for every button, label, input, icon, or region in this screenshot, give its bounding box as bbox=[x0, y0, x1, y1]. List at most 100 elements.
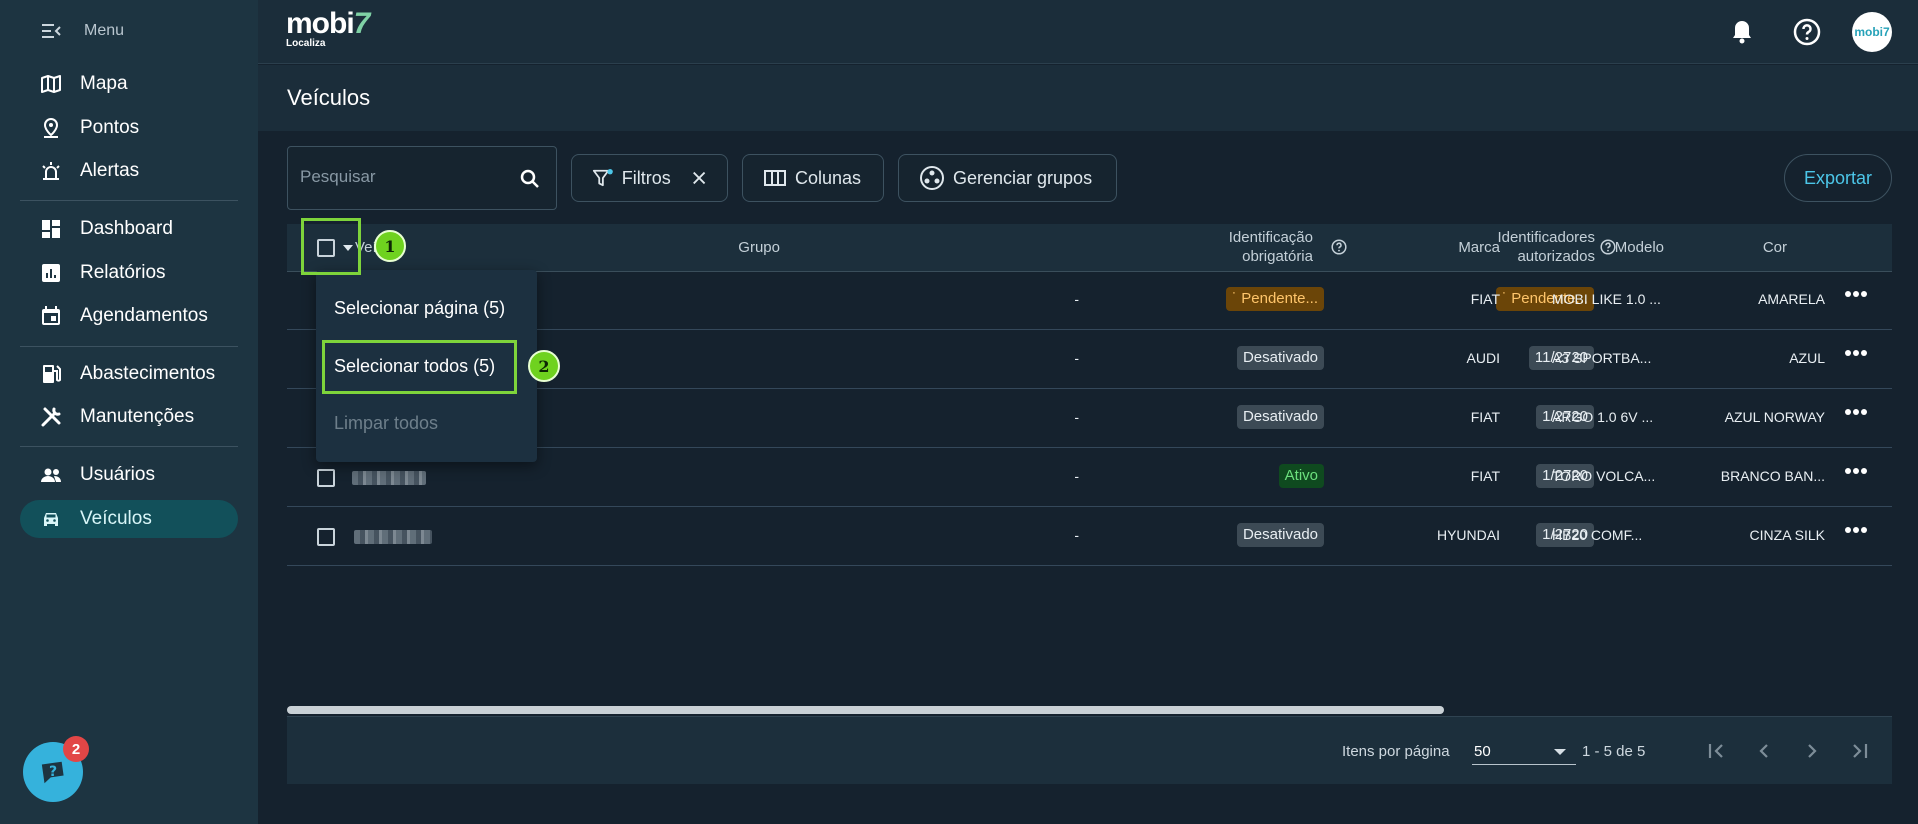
sidebar-item-usuarios[interactable]: Usuários bbox=[20, 456, 238, 494]
first-page-icon[interactable] bbox=[1704, 739, 1728, 763]
row-checkbox[interactable] bbox=[317, 469, 335, 487]
user-avatar[interactable]: mobi7 bbox=[1852, 12, 1892, 52]
groups-icon bbox=[920, 166, 944, 190]
select-page-option[interactable]: Selecionar página (5) bbox=[334, 298, 505, 319]
redacted-plate bbox=[352, 471, 426, 485]
filters-button[interactable]: Filtros bbox=[571, 154, 728, 202]
sidebar-item-dashboard[interactable]: Dashboard bbox=[20, 210, 238, 248]
items-per-page-select[interactable]: 50 bbox=[1472, 737, 1576, 765]
cell-model: TORO VOLCA... bbox=[1552, 468, 1656, 484]
map-icon bbox=[41, 75, 61, 93]
more-options-icon[interactable] bbox=[1845, 526, 1867, 534]
logo-text: mobi bbox=[286, 7, 355, 40]
filters-label: Filtros bbox=[621, 167, 671, 188]
search-input[interactable] bbox=[300, 167, 500, 187]
car-icon bbox=[44, 513, 58, 526]
sidebar-item-veiculos[interactable]: Veículos bbox=[20, 500, 238, 538]
sidebar-item-label: Mapa bbox=[80, 73, 128, 94]
more-options-icon[interactable] bbox=[1845, 349, 1867, 357]
menu-collapse-icon bbox=[42, 24, 61, 38]
columns-icon bbox=[764, 170, 786, 186]
row-checkbox[interactable] bbox=[317, 528, 335, 546]
cell-color: CINZA SILK bbox=[1749, 527, 1825, 543]
col-required-id-line2: obrigatória bbox=[1242, 248, 1313, 265]
sidebar-item-abastecimentos[interactable]: Abastecimentos bbox=[20, 355, 238, 393]
svg-text:?: ? bbox=[49, 764, 57, 780]
help-chat-button[interactable]: ? 2 bbox=[23, 736, 89, 802]
sidebar-item-label: Manutenções bbox=[80, 406, 195, 427]
manage-groups-label: Gerenciar grupos bbox=[953, 167, 1093, 188]
export-button[interactable]: Exportar bbox=[1784, 154, 1892, 202]
sidebar-item-label: Pontos bbox=[80, 117, 140, 138]
table-row[interactable]: - Desativado 1/2720 HYUNDAI HB20 COMF...… bbox=[287, 508, 1892, 566]
col-authorized-ids[interactable]: Identificadores autorizados bbox=[1497, 228, 1595, 266]
notifications-button[interactable] bbox=[1726, 16, 1758, 48]
cell-color: AZUL NORWAY bbox=[1724, 409, 1825, 425]
table-header: Veículo Grupo Identificação obrigatória … bbox=[287, 224, 1892, 272]
columns-button[interactable]: Colunas bbox=[742, 154, 884, 202]
cell-model: ARGO 1.0 6V ... bbox=[1552, 409, 1654, 425]
dashboard-icon bbox=[42, 220, 60, 238]
clear-filters-icon[interactable] bbox=[691, 169, 707, 187]
items-per-page-value: 50 bbox=[1474, 743, 1491, 760]
sidebar-item-alertas[interactable]: Alertas bbox=[20, 152, 238, 190]
more-options-icon[interactable] bbox=[1845, 290, 1867, 298]
status-badge-required-id: Desativado bbox=[1236, 523, 1324, 547]
notification-badge: 2 bbox=[63, 736, 89, 762]
horizontal-scrollbar[interactable] bbox=[287, 706, 1444, 714]
users-icon bbox=[41, 468, 61, 482]
status-badge-required-id: ˙ Pendente... bbox=[1226, 287, 1324, 311]
next-page-icon[interactable] bbox=[1800, 739, 1824, 763]
col-color[interactable]: Cor bbox=[1763, 238, 1787, 257]
tools-icon bbox=[41, 407, 61, 427]
sidebar-item-label: Alertas bbox=[80, 160, 140, 181]
sidebar-item-agendamentos[interactable]: Agendamentos bbox=[20, 297, 238, 335]
page-range: 1 - 5 de 5 bbox=[1582, 743, 1646, 760]
col-group[interactable]: Grupo bbox=[738, 238, 780, 257]
col-required-id[interactable]: Identificação obrigatória bbox=[1229, 228, 1313, 266]
cell-model: A3 SPORTBA... bbox=[1552, 350, 1652, 366]
search-field[interactable] bbox=[287, 146, 557, 210]
info-help-icon[interactable] bbox=[1600, 239, 1616, 255]
cell-brand: HYUNDAI bbox=[1436, 527, 1500, 543]
mobi7-logo[interactable]: mobi7 Localiza bbox=[286, 7, 370, 50]
sidebar-item-mapa[interactable]: Mapa bbox=[20, 65, 238, 103]
cell-model: MOBI LIKE 1.0 ... bbox=[1552, 291, 1661, 307]
help-chat-icon: ? bbox=[41, 761, 64, 784]
previous-page-icon[interactable] bbox=[1752, 739, 1776, 763]
step-marker-2: 2 bbox=[528, 350, 560, 382]
clear-all-option[interactable]: Limpar todos bbox=[334, 413, 438, 434]
cell-group: - bbox=[1074, 409, 1079, 425]
location-pin-icon bbox=[43, 117, 59, 138]
more-options-icon[interactable] bbox=[1845, 467, 1867, 475]
last-page-icon[interactable] bbox=[1848, 739, 1872, 763]
menu-label: Menu bbox=[84, 22, 125, 39]
sidebar-item-manutencoes[interactable]: Manutenções bbox=[20, 398, 238, 436]
menu-toggle[interactable]: Menu bbox=[40, 22, 124, 40]
status-text: Pendente... bbox=[1241, 290, 1318, 307]
pagination-bar: Itens por página 50 1 - 5 de 5 bbox=[287, 716, 1892, 784]
col-model[interactable]: Modelo bbox=[1615, 238, 1664, 257]
cell-color: BRANCO BAN... bbox=[1720, 468, 1825, 484]
report-icon bbox=[42, 264, 60, 282]
cell-brand: AUDI bbox=[1466, 350, 1500, 366]
info-help-icon[interactable] bbox=[1331, 239, 1347, 255]
cell-brand: FIAT bbox=[1470, 291, 1500, 307]
sidebar-item-relatorios[interactable]: Relatórios bbox=[20, 254, 238, 292]
page-title: Veículos bbox=[287, 85, 371, 110]
highlight-box-step1 bbox=[301, 218, 361, 275]
more-options-icon[interactable] bbox=[1845, 408, 1867, 416]
col-brand[interactable]: Marca bbox=[1458, 238, 1500, 257]
sidebar-item-pontos[interactable]: Pontos bbox=[20, 109, 238, 147]
col-authorized-line2: autorizados bbox=[1517, 248, 1595, 265]
manage-groups-button[interactable]: Gerenciar grupos bbox=[898, 154, 1117, 202]
columns-label: Colunas bbox=[795, 167, 862, 188]
nav-divider bbox=[20, 200, 238, 201]
help-button[interactable] bbox=[1791, 16, 1823, 48]
fuel-icon bbox=[43, 365, 61, 383]
highlight-box-step2 bbox=[322, 340, 517, 394]
cell-color: AZUL bbox=[1789, 350, 1825, 366]
sidebar-item-label: Dashboard bbox=[80, 218, 173, 239]
help-circle-icon bbox=[1793, 18, 1821, 46]
search-icon[interactable] bbox=[520, 169, 540, 189]
